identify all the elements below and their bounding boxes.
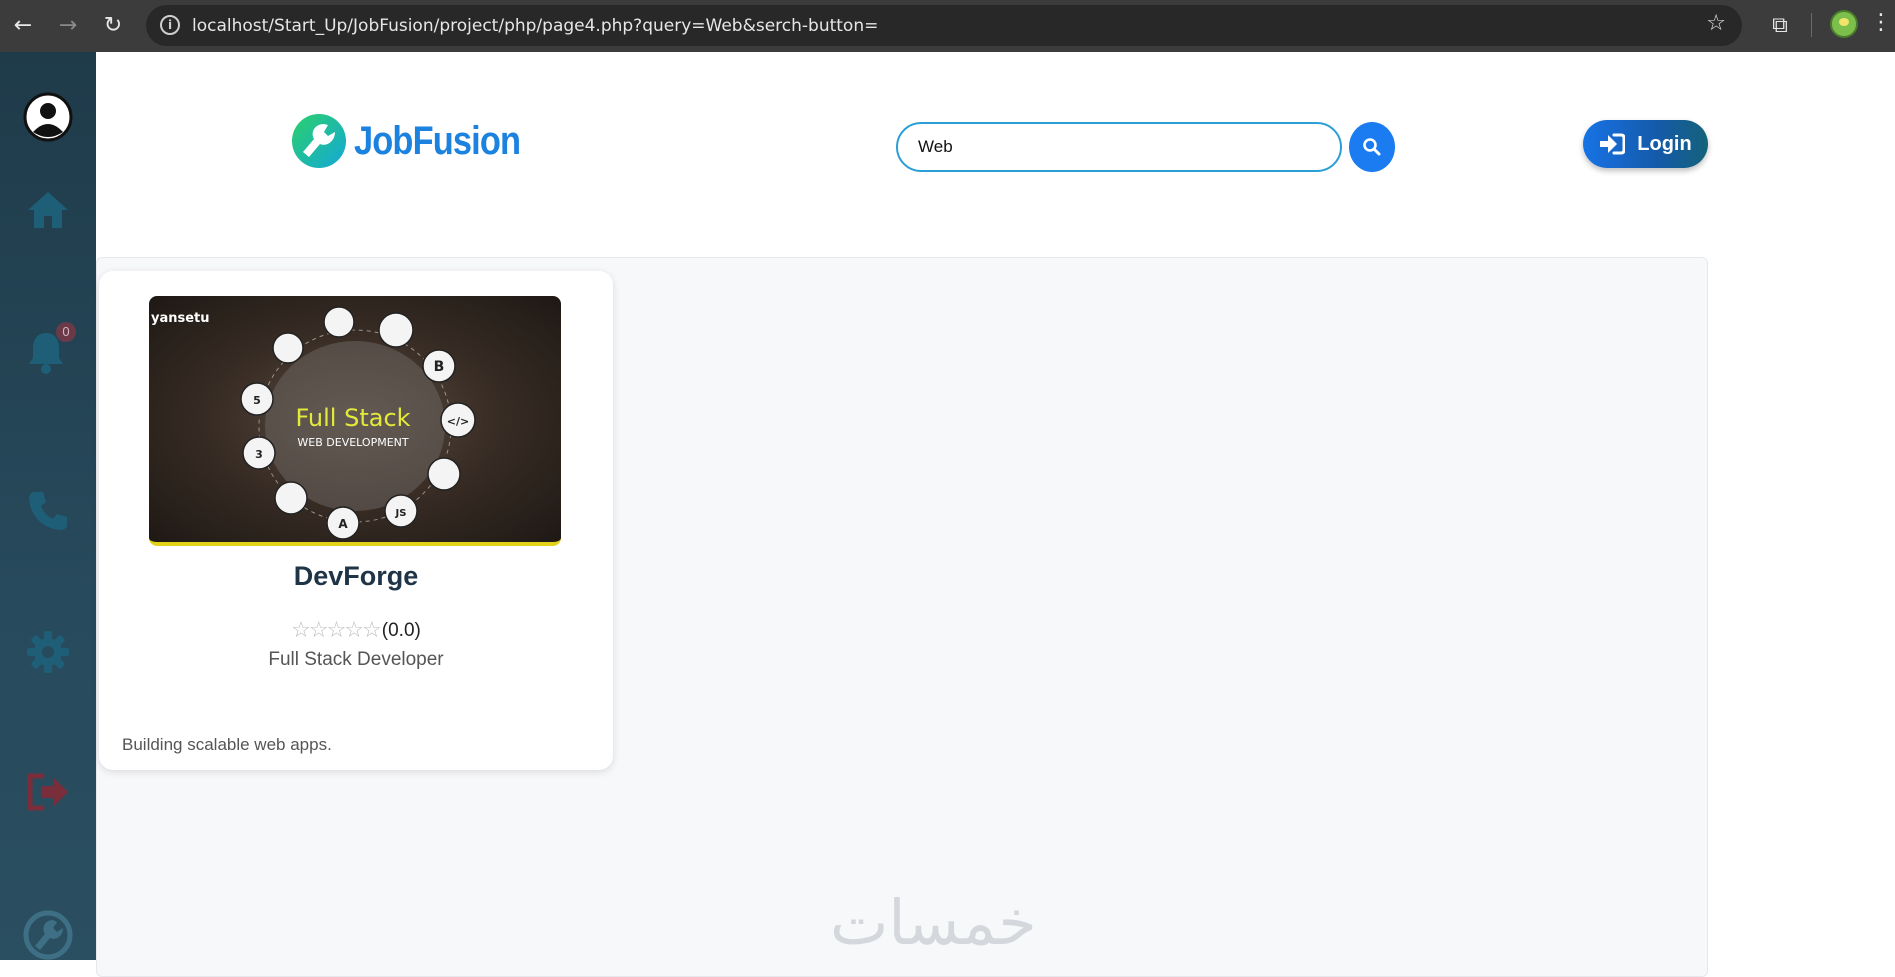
sidebar: 0 <box>0 52 96 960</box>
forward-icon[interactable]: → <box>53 10 83 40</box>
image-subline: WEB DEVELOPMENT <box>297 436 408 449</box>
svg-text:A: A <box>338 517 348 531</box>
browser-menu-icon[interactable]: ⋮ <box>1870 10 1892 40</box>
search-input[interactable] <box>896 122 1342 172</box>
svg-text:JS: JS <box>395 508 407 519</box>
logout-icon[interactable] <box>0 772 96 812</box>
settings-gear-icon[interactable] <box>0 630 96 674</box>
sign-in-icon <box>1600 133 1626 155</box>
card-role: Full Stack Developer <box>268 649 444 670</box>
brand-logo[interactable]: JobFusion <box>290 112 547 170</box>
extensions-icon[interactable]: ⧉ <box>1764 9 1796 41</box>
rating-value: (0.0) <box>381 619 421 641</box>
svg-text:</>: </> <box>447 415 469 428</box>
search-button[interactable] <box>1349 122 1395 172</box>
result-card[interactable]: B </> A JS 3 5 yansetu Full Stack WEB DE… <box>99 271 613 770</box>
toolbar-divider <box>1811 13 1812 37</box>
image-watermark-text: yansetu <box>151 311 210 326</box>
rating: ☆☆☆☆☆ (0.0) <box>99 618 613 643</box>
url-text[interactable]: localhost/Start_Up/JobFusion/project/php… <box>192 16 878 36</box>
bookmark-star-icon[interactable]: ☆ <box>1706 11 1726 36</box>
svg-text:3: 3 <box>255 448 263 461</box>
notifications-icon[interactable]: 0 <box>0 322 96 374</box>
site-info-icon[interactable]: i <box>160 15 180 35</box>
card-image: B </> A JS 3 5 yansetu Full Stack WEB DE… <box>149 296 561 546</box>
svg-text:B: B <box>434 359 445 375</box>
svg-text:5: 5 <box>253 394 261 407</box>
home-icon[interactable] <box>0 190 96 230</box>
browser-toolbar: ← → ↻ i localhost/Start_Up/JobFusion/pro… <box>0 0 1895 52</box>
jobfusion-logo-icon <box>292 114 346 168</box>
login-button[interactable]: Login <box>1583 120 1708 168</box>
card-description: Building scalable web apps. <box>122 735 332 754</box>
image-headline: Full Stack <box>295 404 410 432</box>
site-watermark: خمسات <box>830 886 1037 959</box>
phone-icon[interactable] <box>0 490 96 532</box>
reload-icon[interactable]: ↻ <box>98 10 128 40</box>
notification-count-badge: 0 <box>56 322 76 342</box>
profile-avatar[interactable] <box>1830 10 1858 38</box>
address-bar[interactable]: i localhost/Start_Up/JobFusion/project/p… <box>146 5 1742 46</box>
profile-icon[interactable] <box>0 92 96 142</box>
brand-name: JobFusion <box>354 118 521 163</box>
card-title[interactable]: DevForge <box>99 561 613 592</box>
sidebar-logo-icon <box>0 910 96 960</box>
back-icon[interactable]: ← <box>8 10 38 40</box>
login-label: Login <box>1637 132 1692 155</box>
star-rating-icon: ☆☆☆☆☆ <box>291 618 382 643</box>
search-icon <box>1363 138 1381 156</box>
